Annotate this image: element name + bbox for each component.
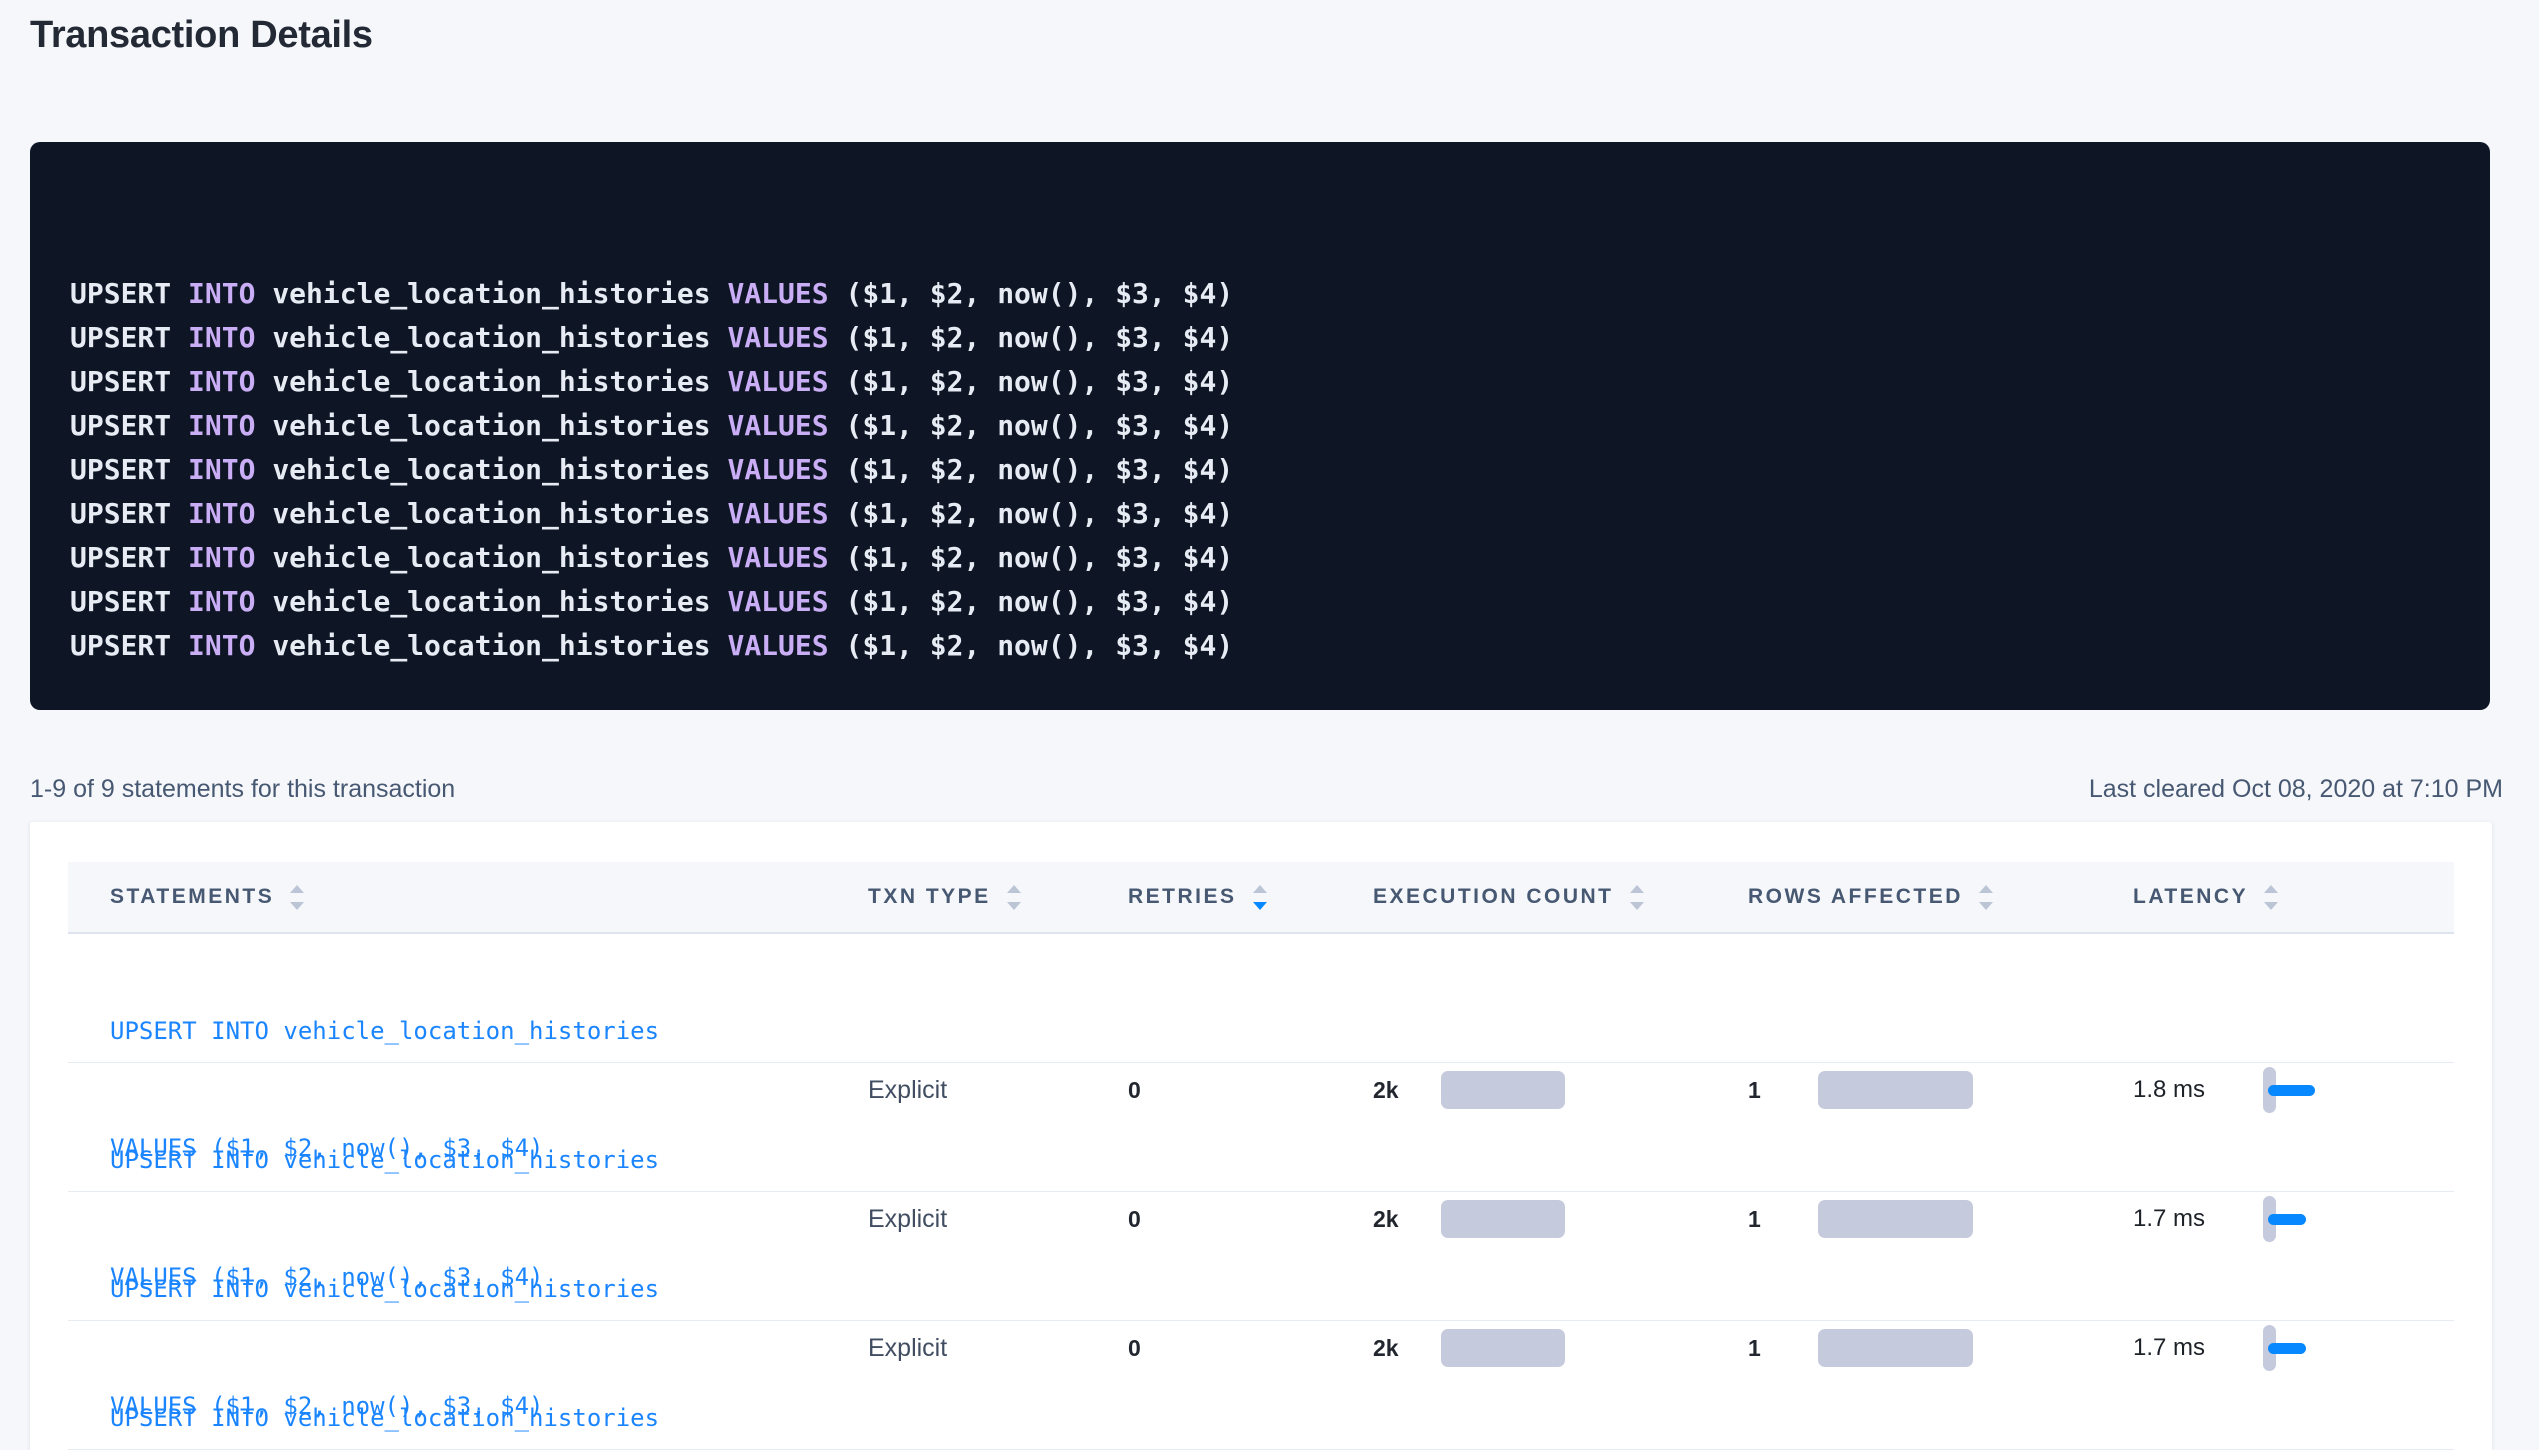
- column-header-label: TXN TYPE: [868, 885, 991, 909]
- latency-cell: 1.8 ms: [2133, 1067, 2451, 1113]
- transaction-details-page: Transaction Details UPSERT INTO vehicle_…: [0, 14, 2539, 1450]
- execution-count-value: 2k: [1373, 1335, 1441, 1362]
- latency-value: 1.7 ms: [2133, 1205, 2263, 1233]
- last-cleared-text: Last cleared Oct 08, 2020 at 7:10 PM: [2089, 774, 2503, 804]
- latency-bar-chart: [2263, 1196, 2306, 1242]
- sort-arrows-icon: [1979, 885, 1993, 910]
- column-header-statements[interactable]: STATEMENTS: [68, 885, 868, 910]
- sql-code-line: UPSERT INTO vehicle_location_histories V…: [70, 316, 2450, 360]
- sort-arrows-icon: [290, 885, 304, 910]
- statement-link[interactable]: UPSERT INTO vehicle_location_histories V…: [110, 1321, 868, 1450]
- execution-count-cell: 2k: [1373, 1071, 1748, 1109]
- table-row: UPSERT INTO vehicle_location_histories V…: [68, 934, 2454, 1063]
- rows-affected-bar: [1818, 1200, 1973, 1238]
- column-header-txn-type[interactable]: TXN TYPE: [868, 885, 1128, 910]
- execution-count-cell: 2k: [1373, 1200, 1748, 1238]
- sql-code-line: UPSERT INTO vehicle_location_histories V…: [70, 492, 2450, 536]
- statements-count-text: 1-9 of 9 statements for this transaction: [30, 774, 455, 804]
- latency-bar: [2268, 1214, 2306, 1225]
- column-header-label: RETRIES: [1128, 885, 1237, 909]
- sql-code-line: UPSERT INTO vehicle_location_histories V…: [70, 536, 2450, 580]
- execution-count-bar: [1441, 1071, 1565, 1109]
- latency-bar: [2268, 1343, 2306, 1354]
- rows-affected-bar: [1818, 1071, 1973, 1109]
- sort-arrows-icon: [2264, 885, 2278, 910]
- sort-arrows-icon: [1007, 885, 1021, 910]
- sql-code-line: UPSERT INTO vehicle_location_histories V…: [70, 624, 2450, 668]
- statement-text-line1: UPSERT INTO vehicle_location_histories: [110, 1270, 868, 1309]
- retries-cell: 0: [1128, 1077, 1373, 1104]
- latency-bar-chart: [2263, 1325, 2306, 1371]
- column-header-label: STATEMENTS: [110, 885, 274, 909]
- column-header-label: LATENCY: [2133, 885, 2248, 909]
- statement-text-line1: UPSERT INTO vehicle_location_histories: [110, 1012, 868, 1051]
- execution-count-bar: [1441, 1329, 1565, 1367]
- column-header-label: EXECUTION COUNT: [1373, 885, 1614, 909]
- latency-cell: 1.7 ms: [2133, 1196, 2451, 1242]
- execution-count-bar: [1441, 1200, 1565, 1238]
- sort-arrows-icon: [1630, 885, 1644, 910]
- execution-count-value: 2k: [1373, 1206, 1441, 1233]
- column-header-retries[interactable]: RETRIES: [1128, 885, 1373, 910]
- rows-affected-cell: 1: [1748, 1071, 2133, 1109]
- rows-affected-bar: [1818, 1329, 1973, 1367]
- rows-affected-value: 1: [1748, 1077, 1818, 1104]
- rows-affected-cell: 1: [1748, 1200, 2133, 1238]
- sql-code-line: UPSERT INTO vehicle_location_histories V…: [70, 272, 2450, 316]
- sql-code-block: UPSERT INTO vehicle_location_histories V…: [30, 142, 2490, 710]
- latency-cell: 1.7 ms: [2133, 1325, 2451, 1371]
- txn-type-cell: Explicit: [868, 1334, 1128, 1363]
- column-header-execution-count[interactable]: EXECUTION COUNT: [1373, 885, 1748, 910]
- txn-type-cell: Explicit: [868, 1205, 1128, 1234]
- sql-code-line: UPSERT INTO vehicle_location_histories V…: [70, 360, 2450, 404]
- column-header-label: ROWS AFFECTED: [1748, 885, 1963, 909]
- latency-value: 1.8 ms: [2133, 1076, 2263, 1104]
- latency-bar-chart: [2263, 1067, 2315, 1113]
- statement-text-line1: UPSERT INTO vehicle_location_histories: [110, 1399, 868, 1438]
- retries-cell: 0: [1128, 1335, 1373, 1362]
- latency-value: 1.7 ms: [2133, 1334, 2263, 1362]
- page-title: Transaction Details: [30, 14, 2539, 57]
- rows-affected-value: 1: [1748, 1335, 1818, 1362]
- sql-code-lines: UPSERT INTO vehicle_location_histories V…: [70, 272, 2450, 668]
- sql-code-line: UPSERT INTO vehicle_location_histories V…: [70, 580, 2450, 624]
- latency-bar: [2268, 1085, 2315, 1096]
- retries-cell: 0: [1128, 1206, 1373, 1233]
- sql-code-line: UPSERT INTO vehicle_location_histories V…: [70, 448, 2450, 492]
- execution-count-value: 2k: [1373, 1077, 1441, 1104]
- execution-count-cell: 2k: [1373, 1329, 1748, 1367]
- statements-summary-row: 1-9 of 9 statements for this transaction…: [30, 774, 2503, 804]
- rows-affected-value: 1: [1748, 1206, 1818, 1233]
- statements-table-card: STATEMENTS TXN TYPE RETRIES EXECUTION COUNT…: [30, 822, 2492, 1450]
- table-header-row: STATEMENTS TXN TYPE RETRIES EXECUTION COUNT…: [68, 862, 2454, 934]
- column-header-latency[interactable]: LATENCY: [2133, 885, 2451, 910]
- statement-cell: UPSERT INTO vehicle_location_histories V…: [68, 1321, 868, 1450]
- statement-text-line1: UPSERT INTO vehicle_location_histories: [110, 1141, 868, 1180]
- txn-type-cell: Explicit: [868, 1076, 1128, 1105]
- column-header-rows-affected[interactable]: ROWS AFFECTED: [1748, 885, 2133, 910]
- sort-arrows-icon: [1253, 885, 1267, 910]
- rows-affected-cell: 1: [1748, 1329, 2133, 1367]
- sql-code-line: UPSERT INTO vehicle_location_histories V…: [70, 404, 2450, 448]
